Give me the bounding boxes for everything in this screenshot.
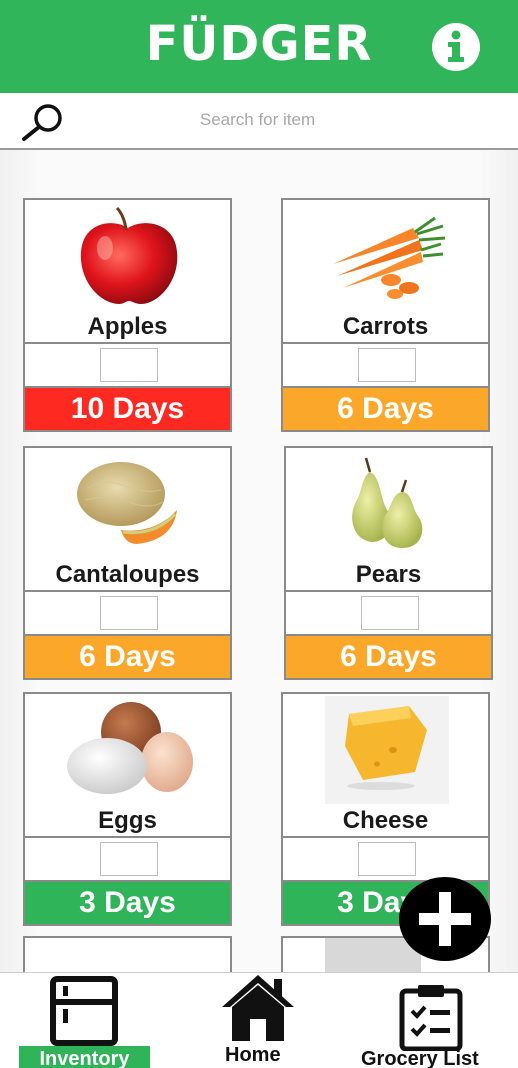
days-remaining-badge: 10 Days bbox=[25, 386, 230, 430]
item-card-apples[interactable]: Apples 10 Days bbox=[23, 198, 232, 432]
quantity-input[interactable] bbox=[100, 596, 158, 630]
days-remaining-badge: 6 Days bbox=[283, 386, 488, 430]
item-card-carrots[interactable]: Carrots 6 Days bbox=[281, 198, 490, 432]
fridge-icon bbox=[50, 976, 118, 1046]
eggs-image bbox=[67, 702, 193, 794]
nav-inventory[interactable]: Inventory bbox=[0, 973, 170, 1068]
quantity-row bbox=[283, 342, 488, 386]
carrot-image bbox=[333, 216, 446, 299]
app-header: FÜDGER bbox=[0, 0, 518, 93]
quantity-row bbox=[286, 590, 491, 634]
item-card-pears[interactable]: Pears 6 Days bbox=[284, 446, 493, 680]
nav-grocery-list[interactable]: Grocery List bbox=[350, 973, 518, 1068]
pear-image bbox=[352, 457, 423, 548]
search-input[interactable] bbox=[110, 105, 405, 135]
quantity-row bbox=[25, 590, 230, 634]
quantity-row bbox=[283, 836, 488, 880]
quantity-row bbox=[25, 342, 230, 386]
item-name: Cheese bbox=[342, 807, 429, 834]
quantity-input[interactable] bbox=[358, 842, 416, 876]
quantity-input[interactable] bbox=[358, 348, 416, 382]
item-name: Pears bbox=[355, 561, 422, 588]
item-card-partial[interactable] bbox=[23, 936, 232, 976]
cheese-image bbox=[325, 696, 449, 804]
nav-home[interactable]: Home bbox=[195, 973, 325, 1068]
search-icon[interactable] bbox=[20, 101, 68, 141]
info-icon[interactable] bbox=[431, 22, 481, 72]
clipboard-checklist-icon bbox=[399, 985, 463, 1051]
home-icon bbox=[222, 975, 294, 1041]
item-name: Carrots bbox=[342, 313, 429, 340]
nav-label: Inventory bbox=[19, 1046, 150, 1068]
item-name: Eggs bbox=[98, 807, 157, 834]
quantity-input[interactable] bbox=[100, 348, 158, 382]
add-item-button[interactable] bbox=[398, 876, 492, 962]
quantity-row bbox=[25, 836, 230, 880]
item-name: Cantaloupes bbox=[55, 561, 200, 588]
cantaloupe-image bbox=[77, 462, 177, 544]
app-screen: FÜDGER Apples bbox=[0, 0, 518, 1068]
nav-label: Home bbox=[225, 1044, 281, 1066]
quantity-input[interactable] bbox=[361, 596, 419, 630]
search-bar bbox=[0, 93, 518, 150]
bottom-nav: Inventory Home Grocery List bbox=[0, 972, 518, 1068]
nav-label: Grocery List bbox=[361, 1048, 479, 1068]
item-card-eggs[interactable]: Eggs 3 Days bbox=[23, 692, 232, 926]
quantity-input[interactable] bbox=[100, 842, 158, 876]
apple-image bbox=[80, 206, 178, 304]
days-remaining-badge: 6 Days bbox=[25, 634, 230, 678]
item-name: Apples bbox=[87, 313, 168, 340]
days-remaining-badge: 3 Days bbox=[25, 880, 230, 924]
days-remaining-badge: 6 Days bbox=[286, 634, 491, 678]
item-card-cantaloupes[interactable]: Cantaloupes 6 Days bbox=[23, 446, 232, 680]
